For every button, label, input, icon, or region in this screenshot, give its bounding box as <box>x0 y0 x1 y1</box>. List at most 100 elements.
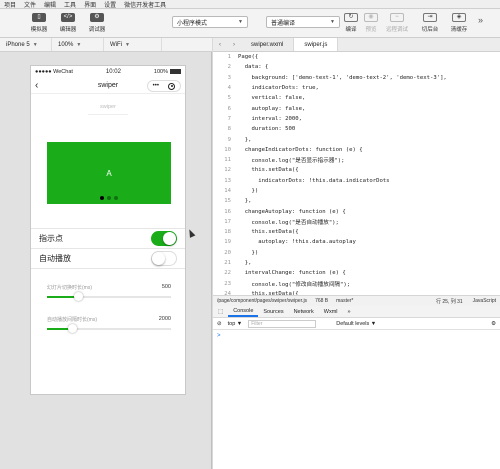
code-line: 16 changeAutoplay: function (e) { <box>213 206 500 216</box>
clear-console-icon[interactable]: ⊘ <box>217 321 222 327</box>
code-line: 19 autoplay: !this.data.autoplay <box>213 237 500 247</box>
clear-cache-button[interactable]: ◈ 清缓存 <box>446 13 472 35</box>
tab-swiper-wxml[interactable]: swiper.wxml <box>241 38 295 51</box>
code-text: indicatorDots: !this.data.indicatorDots <box>238 177 390 184</box>
line-number: 15 <box>224 198 231 205</box>
menu-item[interactable]: 界面 <box>84 0 96 9</box>
menu-item[interactable]: 微信开发者工具 <box>124 0 166 9</box>
code-line: 21 }, <box>213 258 500 268</box>
console-filter-input[interactable]: Filter <box>248 319 317 328</box>
mode-select[interactable]: 小程序模式 ▼ <box>172 16 248 28</box>
context-select[interactable]: top ▼ <box>228 321 243 327</box>
line-number: 1 <box>227 54 231 61</box>
code-line: 20 }) <box>213 248 500 258</box>
menu-item[interactable]: 文件 <box>24 0 36 9</box>
code-editor[interactable]: 1 Page({2 data: {3 background: ['demo-tex… <box>213 52 500 295</box>
menu-item[interactable]: 工具 <box>64 0 76 9</box>
line-number: 18 <box>224 229 231 236</box>
more-icon[interactable]: » <box>478 15 483 25</box>
line-number: 23 <box>224 280 231 287</box>
code-line: 3 background: ['demo-text-1', 'demo-text… <box>213 73 500 83</box>
code-text: changeAutoplay: function (e) { <box>238 208 346 215</box>
preview-button[interactable]: ◉ 预览 <box>358 13 384 35</box>
gear-icon[interactable]: ⚙ <box>491 321 496 327</box>
code-line: 15 }, <box>213 196 500 206</box>
menu-bar: 项目 文件 编辑 工具 界面 设置 微信开发者工具 <box>0 0 500 9</box>
console-output[interactable]: > <box>213 330 500 469</box>
toolbar: ▯ 模拟器 </> 编辑器 ⚙ 调试器 小程序模式 ▼ 普通编译 ▼ ↻ 编译 ◉ … <box>0 9 500 38</box>
divider <box>88 114 128 115</box>
battery-icon <box>169 69 181 75</box>
code-line: 22 intervalChange: function (e) { <box>213 268 500 278</box>
code-text: console.log("是否自动播放"); <box>238 219 339 226</box>
editor-button[interactable]: </> 编辑器 <box>55 13 81 35</box>
slider-thumb[interactable] <box>74 292 83 301</box>
back-arrow-icon[interactable]: ‹ <box>35 80 38 91</box>
line-number: 10 <box>224 146 231 153</box>
swiper-slide[interactable]: A <box>47 142 171 204</box>
code-text: changeIndicatorDots: function (e) { <box>238 146 363 153</box>
code-text: vertical: false, <box>238 95 306 102</box>
phone-status-bar: ●●●●● WeChat 10:02 100% <box>31 66 185 78</box>
indicator-dot <box>100 196 104 200</box>
compile-mode-select[interactable]: 普通编译 ▼ <box>266 16 340 28</box>
tab-sources[interactable]: Sources <box>258 306 288 317</box>
code-line: 10 changeIndicatorDots: function (e) { <box>213 145 500 155</box>
code-line: 7 interval: 2000, <box>213 114 500 124</box>
more-dots-icon[interactable]: ••• <box>153 83 159 89</box>
tab-wxml[interactable]: Wxml <box>319 306 343 317</box>
more-tabs-button[interactable]: » <box>343 306 356 317</box>
code-line: 17 console.log("是否自动播放"); <box>213 217 500 227</box>
debugger-button[interactable]: ⚙ 调试器 <box>84 13 110 35</box>
code-text: interval: 2000, <box>238 115 302 122</box>
close-capsule-icon[interactable] <box>168 82 176 90</box>
simulator-button[interactable]: ▯ 模拟器 <box>26 13 52 35</box>
editor-status-bar: /page/component/pages/swiper/swiper.js 7… <box>213 295 500 306</box>
code-text: duration: 500 <box>238 126 296 133</box>
line-number: 20 <box>224 249 231 256</box>
chevron-down-icon: ▼ <box>238 19 243 25</box>
chevron-left-icon[interactable]: ‹ <box>213 42 227 48</box>
device-select[interactable]: iPhone 5 ▼ <box>0 38 52 51</box>
code-text: this.setData({ <box>238 229 299 236</box>
code-text: console.log("修改自动播放间隔"); <box>238 281 351 288</box>
inspect-icon[interactable]: ⬚ <box>213 306 228 317</box>
autoplay-switch[interactable] <box>151 251 177 266</box>
code-text: intervalChange: function (e) { <box>238 270 346 277</box>
phone-icon: ▯ <box>32 13 46 22</box>
code-text: indicatorDots: true, <box>238 85 319 92</box>
code-icon: </> <box>61 13 75 22</box>
code-text: Page({ <box>238 54 259 61</box>
switch-knob <box>163 232 176 245</box>
editor-tab-bar: ‹ › swiper.wxml swiper.js <box>213 38 500 52</box>
zoom-select[interactable]: 100% ▼ <box>52 38 104 51</box>
slider-thumb[interactable] <box>67 324 77 333</box>
phone-nav-bar: ‹ swiper ••• <box>31 78 185 94</box>
remote-debug-icon: ⌁ <box>390 13 404 22</box>
menu-item[interactable]: 设置 <box>104 0 116 9</box>
capsule-menu[interactable]: ••• <box>147 80 181 92</box>
chevron-down-icon: ▼ <box>76 41 82 48</box>
remote-debug-button[interactable]: ⌁ 远程调试 <box>384 13 410 35</box>
duration-slider[interactable] <box>47 292 171 301</box>
code-line: 5 vertical: false, <box>213 93 500 103</box>
interval-slider[interactable] <box>47 324 171 333</box>
menu-item[interactable]: 项目 <box>4 0 16 9</box>
background-button[interactable]: ⇥ 切后台 <box>417 13 443 35</box>
tab-console[interactable]: Console <box>228 306 259 317</box>
code-line: 1 Page({ <box>213 52 500 62</box>
log-levels-select[interactable]: Default levels ▼ <box>336 321 376 327</box>
network-select[interactable]: WiFi ▼ <box>104 38 162 51</box>
page-title: swiper <box>100 104 116 110</box>
chevron-right-icon[interactable]: › <box>227 42 241 48</box>
code-line: 9 }, <box>213 134 500 144</box>
tab-network[interactable]: Network <box>289 306 319 317</box>
code-line: 18 this.setData({ <box>213 227 500 237</box>
line-number: 21 <box>224 260 231 267</box>
menu-item[interactable]: 编辑 <box>44 0 56 9</box>
code-text: autoplay: !this.data.autoplay <box>238 239 356 246</box>
indicator-dots-switch[interactable] <box>151 231 177 246</box>
console-prompt[interactable]: > <box>213 330 500 342</box>
line-number: 16 <box>224 208 231 215</box>
tab-swiper-js[interactable]: swiper.js <box>294 38 339 51</box>
